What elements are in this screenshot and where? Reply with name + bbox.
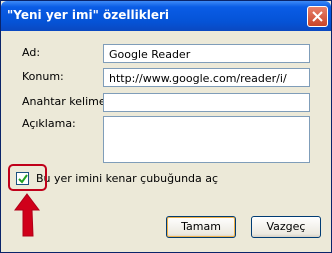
location-label: Konum: — [22, 70, 64, 83]
annotation-highlight-box — [8, 164, 47, 191]
arrow-up-icon — [14, 193, 40, 237]
dialog-title: "Yeni yer imi" özellikleri — [7, 8, 169, 22]
cancel-button[interactable]: Vazgeç — [251, 216, 321, 238]
location-input[interactable]: http://www.google.com/reader/i/ — [103, 68, 310, 87]
name-label: Ad: — [22, 46, 41, 59]
close-icon — [312, 11, 323, 22]
close-button[interactable] — [307, 6, 328, 27]
sidebar-checkbox-label[interactable]: Bu yer imini kenar çubuğunda aç — [36, 172, 218, 185]
keyword-input[interactable] — [103, 93, 310, 112]
description-textarea[interactable] — [103, 116, 310, 163]
description-label: Açıklama: — [22, 117, 76, 130]
ok-button[interactable]: Tamam — [166, 216, 236, 238]
keyword-label: Anahtar kelime: — [22, 95, 110, 108]
name-input[interactable]: Google Reader — [103, 44, 310, 63]
title-bar[interactable]: "Yeni yer imi" özellikleri — [1, 1, 331, 31]
